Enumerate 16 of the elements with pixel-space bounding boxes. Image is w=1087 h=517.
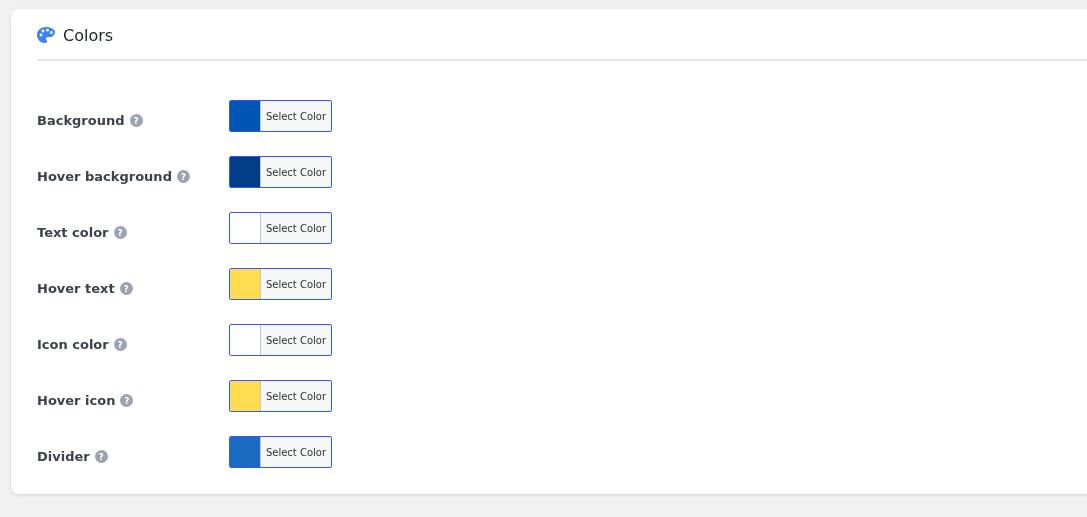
section-title: Colors (63, 25, 114, 45)
color-picker-button[interactable]: Select Color (229, 436, 332, 468)
field-label: Background (37, 113, 125, 128)
field-label: Divider (37, 449, 90, 464)
field-label: Hover background (37, 169, 172, 184)
color-picker-button[interactable]: Select Color (229, 212, 332, 244)
color-picker-button[interactable]: Select Color (229, 380, 332, 412)
color-picker-button[interactable]: Select Color (229, 268, 332, 300)
color-picker-button[interactable]: Select Color (229, 156, 332, 188)
palette-icon (37, 27, 55, 43)
color-picker-button[interactable]: Select Color (229, 324, 332, 356)
field-label: Hover icon (37, 393, 116, 408)
field-label: Hover text (37, 281, 115, 296)
field-label: Icon color (37, 337, 109, 352)
field-label: Text color (37, 225, 109, 240)
color-picker-button[interactable]: Select Color (229, 100, 332, 132)
